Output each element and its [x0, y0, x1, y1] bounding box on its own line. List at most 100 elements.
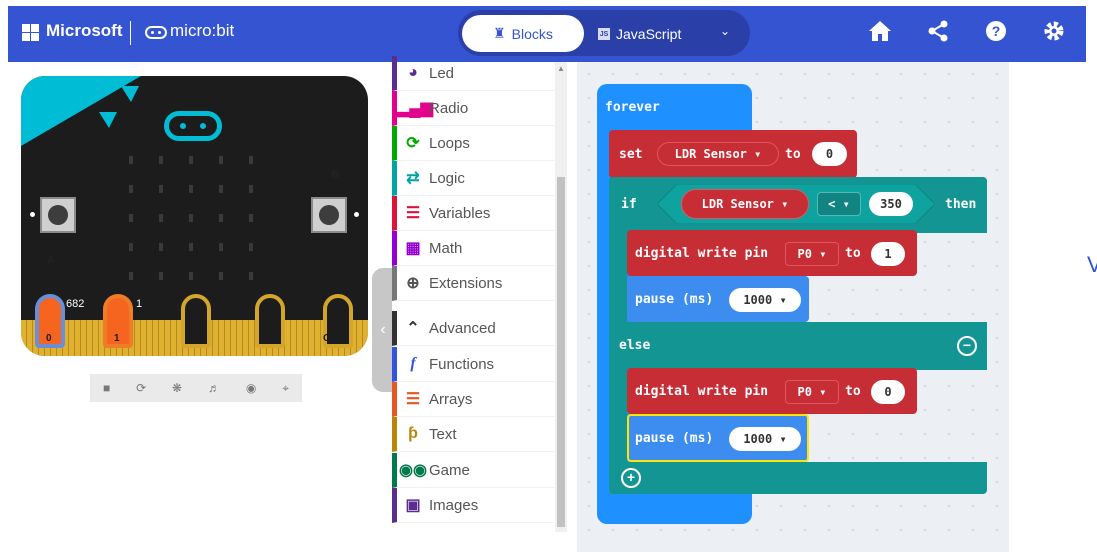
pause-duration-dropdown[interactable]: 1000 ▾ — [729, 427, 801, 451]
digital-value-input[interactable]: 1 — [871, 242, 905, 266]
pin-dropdown[interactable]: P0 ▾ — [785, 380, 839, 404]
pin-3v-label: 3V — [262, 333, 275, 344]
fullscreen-icon[interactable]: ⌖ — [282, 381, 289, 396]
microsoft-logo-icon — [22, 24, 39, 41]
chevron-down-icon: ▾ — [779, 293, 787, 307]
settings-icon[interactable] — [1040, 20, 1068, 48]
toolbox-item-label: Images — [429, 496, 479, 514]
digital-value-input[interactable]: 0 — [871, 380, 905, 404]
digital-write-label: digital write pin — [635, 246, 769, 261]
pin-0-label: 0 — [46, 333, 52, 344]
chevron-up-icon: ⌃ — [406, 320, 420, 337]
set-keyword: set — [619, 147, 643, 162]
toolbox: ◕ Led ▂▄▆ Radio ⟳ Loops ⇄ Logic ☰ Variab… — [392, 56, 566, 532]
chevron-down-icon: ▾ — [779, 432, 787, 446]
variable-dropdown[interactable]: LDR Sensor ▾ — [681, 189, 809, 219]
function-icon: f — [410, 355, 416, 372]
list-icon: ☰ — [405, 205, 421, 222]
screenshot-icon[interactable]: ◉ — [246, 381, 256, 395]
if-block-footer — [609, 462, 987, 494]
tab-javascript[interactable]: JS JavaScript — [598, 15, 708, 52]
share-icon[interactable] — [924, 20, 952, 48]
toolbox-item-game[interactable]: ◉◉ Game — [392, 453, 554, 488]
toolbox-item-label: Variables — [429, 204, 491, 222]
chevron-down-icon: ▾ — [819, 247, 827, 261]
collapse-simulator-handle[interactable]: ‹ — [372, 268, 394, 392]
tab-blocks-label: Blocks — [511, 25, 553, 42]
toggle-icon: ◕ — [408, 64, 418, 81]
chevron-down-icon: ▾ — [842, 197, 850, 211]
toolbox-item-advanced[interactable]: ⌃ Advanced — [392, 311, 554, 346]
help-icon[interactable]: ? — [982, 20, 1010, 48]
add-else-if-icon[interactable]: + — [621, 468, 641, 488]
variable-name: LDR Sensor — [701, 197, 774, 211]
pause-value: 1000 — [743, 432, 773, 446]
set-value-input[interactable]: 0 — [812, 142, 847, 166]
scroll-up-icon[interactable]: ▲ — [557, 64, 565, 73]
home-icon[interactable] — [866, 20, 894, 48]
toolbox-item-loops[interactable]: ⟳ Loops — [392, 126, 554, 161]
forever-label: forever — [605, 100, 660, 115]
svg-text:?: ? — [992, 23, 1001, 39]
variable-name: LDR Sensor — [674, 147, 747, 161]
pin-1-label: 1 — [114, 333, 120, 344]
pause-label: pause (ms) — [635, 431, 714, 446]
toolbox-item-label: Advanced — [429, 319, 496, 337]
microbit-logo-icon[interactable] — [164, 111, 222, 141]
operator-dropdown[interactable]: < ▾ — [817, 192, 861, 216]
toolbox-item-label: Game — [429, 461, 470, 479]
toolbox-scroll-thumb[interactable] — [557, 177, 565, 527]
pin-2-label: 2 — [192, 333, 198, 344]
toolbox-item-arrays[interactable]: ☰ Arrays — [392, 382, 554, 417]
chevron-down-icon[interactable]: ⌄ — [720, 24, 730, 38]
sound-icon[interactable]: ♬ — [208, 381, 220, 395]
chevron-down-icon: ▾ — [781, 197, 789, 211]
restart-icon[interactable]: ⟳ — [136, 381, 146, 395]
toolbox-item-variables[interactable]: ☰ Variables — [392, 196, 554, 231]
button-a-dot — [30, 212, 35, 217]
if-keyword: if — [621, 197, 637, 212]
toolbox-item-logic[interactable]: ⇄ Logic — [392, 161, 554, 196]
toolbox-item-label: Functions — [429, 355, 495, 373]
digital-write-label: digital write pin — [635, 384, 769, 399]
board-corner-decoration — [21, 76, 141, 146]
variable-dropdown[interactable]: LDR Sensor ▾ — [657, 142, 779, 166]
to-keyword: to — [845, 246, 861, 261]
pin-name: P0 — [797, 247, 812, 261]
image-icon: ▣ — [405, 497, 421, 514]
else-block[interactable] — [609, 322, 987, 370]
blocks-workspace[interactable]: forever set LDR Sensor ▾ to 0 if LDR Sen… — [577, 62, 1009, 552]
toolbox-item-images[interactable]: ▣ Images — [392, 488, 554, 523]
button-b[interactable] — [311, 197, 347, 233]
toolbox-scrollbar[interactable]: ▲ — [555, 62, 567, 532]
toolbox-item-extensions[interactable]: ⊕ Extensions — [392, 266, 554, 301]
remove-else-icon[interactable]: − — [957, 336, 977, 356]
toolbox-item-radio[interactable]: ▂▄▆ Radio — [392, 91, 554, 126]
pause-duration-dropdown[interactable]: 1000 ▾ — [729, 288, 801, 312]
compare-value-input[interactable]: 350 — [869, 192, 913, 216]
chevron-down-icon: ▾ — [754, 147, 762, 161]
list-icon: ☰ — [405, 391, 421, 408]
operator-symbol: < — [828, 197, 836, 211]
pin-gnd-label: GND — [323, 333, 346, 344]
toolbox-item-led[interactable]: ◕ Led — [392, 56, 554, 91]
product-name[interactable]: micro:bit — [170, 21, 234, 41]
tab-blocks[interactable]: ♜ Blocks — [462, 15, 584, 52]
to-keyword: to — [845, 384, 861, 399]
button-b-dot — [354, 212, 359, 217]
toolbox-item-math[interactable]: ▦ Math — [392, 231, 554, 266]
pin-dropdown[interactable]: P0 ▾ — [785, 242, 839, 266]
puzzle-icon: ♜ — [493, 25, 506, 41]
tab-javascript-label: JavaScript — [616, 25, 682, 42]
edge-character: V — [1087, 252, 1097, 277]
debug-icon[interactable]: ❋ — [172, 381, 182, 395]
editor-toggle: ♜ Blocks JS JavaScript ⌄ — [458, 10, 750, 56]
toolbox-item-text[interactable]: ƥ Text — [392, 417, 554, 452]
toolbox-item-label: Radio — [429, 99, 469, 117]
button-b-label: B — [331, 169, 339, 181]
then-keyword: then — [945, 197, 977, 212]
pin-name: P0 — [797, 385, 812, 399]
toolbox-item-functions[interactable]: f Functions — [392, 347, 554, 382]
stop-icon[interactable]: ■ — [103, 381, 110, 395]
button-a[interactable] — [40, 197, 76, 233]
